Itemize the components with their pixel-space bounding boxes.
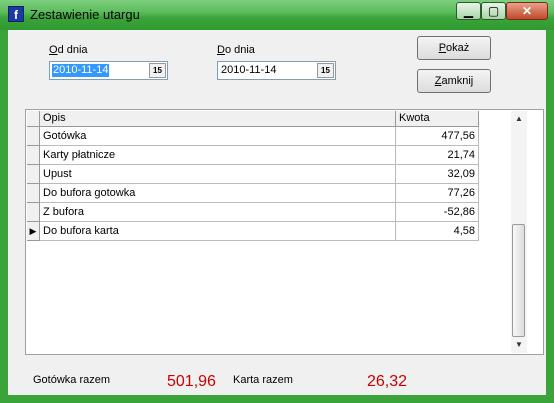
cell-opis[interactable]: Z bufora <box>40 203 396 222</box>
to-date-value[interactable]: 2010-11-14 <box>220 64 277 77</box>
card-total-label: Karta razem <box>233 374 293 386</box>
maximize-icon: ▢ <box>487 4 500 18</box>
vertical-scrollbar[interactable]: ▲ ▼ <box>511 111 527 353</box>
cash-total-value: 501,96 <box>167 373 216 390</box>
app-icon: f <box>8 6 24 22</box>
cell-opis[interactable]: Do bufora karta <box>40 222 396 241</box>
row-indicator[interactable] <box>27 127 40 146</box>
window-title: Zestawienie utargu <box>30 7 140 22</box>
calendar-icon[interactable]: 15 <box>317 63 334 78</box>
close-window-button[interactable]: ✕ <box>506 2 548 20</box>
scroll-up-icon[interactable]: ▲ <box>511 111 527 127</box>
card-total-value: 26,32 <box>367 373 408 390</box>
to-date-label: Do dnia <box>217 44 255 56</box>
client-area: Od dnia 2010-11-14 15 Do dnia 2010-11-14… <box>8 30 546 395</box>
maximize-button[interactable]: ▢ <box>481 2 506 20</box>
cell-opis[interactable]: Karty płatnicze <box>40 146 396 165</box>
cell-kwota[interactable]: 477,56 <box>396 127 479 146</box>
cell-kwota[interactable]: 21,74 <box>396 146 479 165</box>
scroll-thumb[interactable] <box>512 224 525 337</box>
from-date-label: Od dnia <box>49 44 88 56</box>
from-date-value[interactable]: 2010-11-14 <box>52 64 110 77</box>
close-button[interactable]: Zamknij <box>417 69 491 93</box>
to-date-field[interactable]: 2010-11-14 15 <box>217 61 336 80</box>
calendar-icon[interactable]: 15 <box>149 63 166 78</box>
close-icon: ✕ <box>521 4 533 18</box>
row-indicator[interactable] <box>27 203 40 222</box>
cash-total-label: Gotówka razem <box>33 374 111 386</box>
scroll-down-icon[interactable]: ▼ <box>511 337 527 353</box>
cell-opis[interactable]: Gotówka <box>40 127 396 146</box>
current-row-icon[interactable]: ▶ <box>27 222 40 241</box>
cell-kwota[interactable]: -52,86 <box>396 203 479 222</box>
from-date-field[interactable]: 2010-11-14 15 <box>49 61 168 80</box>
column-header-kwota[interactable]: Kwota <box>396 111 479 127</box>
minimize-button[interactable]: ▁ <box>456 2 481 20</box>
minimize-icon: ▁ <box>463 4 474 18</box>
row-indicator[interactable] <box>27 165 40 184</box>
row-indicator[interactable] <box>27 146 40 165</box>
show-button[interactable]: Pokaż <box>417 36 491 60</box>
cell-kwota[interactable]: 32,09 <box>396 165 479 184</box>
cell-opis[interactable]: Upust <box>40 165 396 184</box>
row-indicator-header <box>27 111 40 127</box>
title-bar[interactable]: f Zestawienie utargu ▁ ▢ ✕ <box>0 0 554 30</box>
column-header-opis[interactable]: Opis <box>40 111 396 127</box>
row-indicator[interactable] <box>27 184 40 203</box>
results-grid[interactable]: Opis Kwota Gotówka 477,56 Karty płatnicz… <box>25 109 544 355</box>
cell-kwota[interactable]: 4,58 <box>396 222 479 241</box>
cell-opis[interactable]: Do bufora gotowka <box>40 184 396 203</box>
app-window: f Zestawienie utargu ▁ ▢ ✕ Od dnia 2010-… <box>0 0 554 403</box>
cell-kwota[interactable]: 77,26 <box>396 184 479 203</box>
